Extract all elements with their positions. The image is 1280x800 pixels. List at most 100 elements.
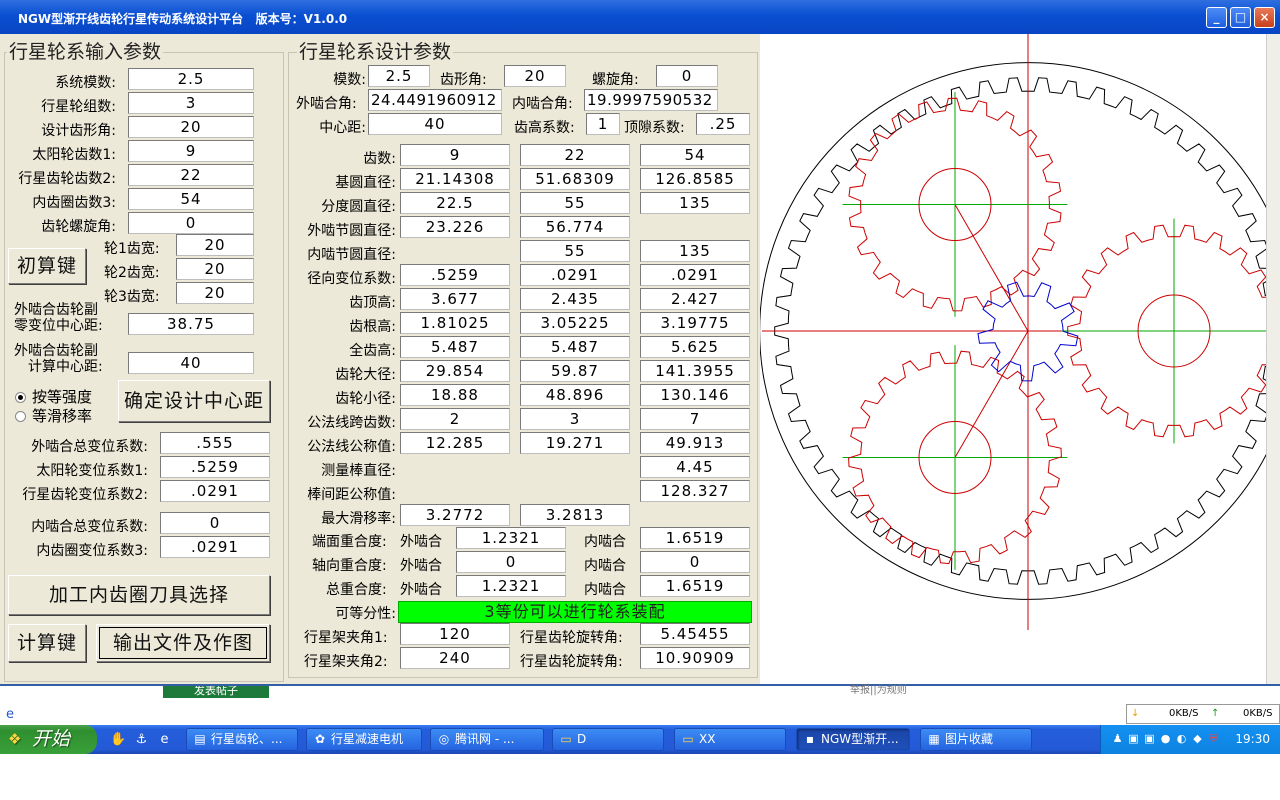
maximize-button[interactable]: □ [1230, 7, 1251, 28]
design-cell[interactable]: 18.88 [400, 384, 510, 406]
design-cell[interactable]: 5.487 [400, 336, 510, 358]
quicklaunch-hand-icon[interactable]: ✋ [110, 731, 127, 748]
input-field[interactable]: 20 [128, 116, 254, 138]
design-cell[interactable]: .5259 [400, 264, 510, 286]
taskbar-task[interactable]: ✿ 行星减速电机 [306, 728, 422, 751]
design-cell[interactable]: 1.81025 [400, 312, 510, 334]
tray-volume-icon[interactable]: ◐ [1175, 732, 1188, 745]
tray-qq-icon[interactable]: ♟ [1111, 732, 1124, 745]
center-distance-field[interactable]: 40 [368, 113, 502, 135]
design-cell[interactable]: 128.327 [640, 480, 750, 502]
input-field[interactable]: 2.5 [128, 68, 254, 90]
addendum-coef-field[interactable]: 1 [586, 113, 620, 135]
design-cell[interactable]: 2 [400, 408, 510, 430]
end-contact-int-field[interactable]: 1.6519 [640, 527, 750, 549]
taskbar-task[interactable]: ▪ NGW型渐开... [796, 728, 910, 751]
tray-messenger-icon[interactable]: ● [1159, 732, 1172, 745]
design-cell[interactable]: .0291 [640, 264, 750, 286]
design-cell[interactable]: 5.487 [520, 336, 630, 358]
design-cell[interactable]: 3.2772 [400, 504, 510, 526]
design-cell[interactable]: 22 [520, 144, 630, 166]
design-cell[interactable]: 21.14308 [400, 168, 510, 190]
taskbar-task[interactable]: ▭ XX [674, 728, 786, 751]
design-cell[interactable]: 19.271 [520, 432, 630, 454]
helix-angle-field[interactable]: 0 [656, 65, 718, 87]
taskbar-task[interactable]: ◎ 腾讯网 - ... [430, 728, 544, 751]
design-cell[interactable]: 5.625 [640, 336, 750, 358]
int-total-shift-field[interactable]: 0 [160, 512, 270, 534]
sun-shift-field[interactable]: .5259 [160, 456, 270, 478]
title-bar[interactable]: NGW型渐开线齿轮行星传动系统设计平台 版本号：V1.0.0 _ □ × [0, 0, 1280, 34]
input-field[interactable]: 9 [128, 140, 254, 162]
design-cell[interactable]: 49.913 [640, 432, 750, 454]
end-contact-ext-field[interactable]: 1.2321 [456, 527, 566, 549]
zero-center-field[interactable]: 38.75 [128, 313, 254, 335]
ext-mesh-angle-field[interactable]: 24.4491960912 [368, 89, 502, 111]
design-cell[interactable]: 7 [640, 408, 750, 430]
design-cell[interactable]: 3 [520, 408, 630, 430]
design-cell[interactable]: 23.226 [400, 216, 510, 238]
total-contact-int-field[interactable]: 1.6519 [640, 575, 750, 597]
carrier-angle-1-field[interactable]: 120 [400, 623, 510, 645]
design-cell[interactable]: 55 [520, 192, 630, 214]
design-cell[interactable]: 3.2813 [520, 504, 630, 526]
vertical-scrollbar[interactable] [1266, 34, 1280, 690]
design-cell[interactable]: 4.45 [640, 456, 750, 478]
taskbar-task[interactable]: ▭ D [552, 728, 664, 751]
int-mesh-angle-field[interactable]: 19.9997590532 [584, 89, 718, 111]
design-cell[interactable]: 9 [400, 144, 510, 166]
taskbar-task[interactable]: ▤ 行星齿轮、... [186, 728, 298, 751]
tray-security-icon[interactable]: ◆ [1191, 732, 1204, 745]
carrier-angle-2-field[interactable]: 240 [400, 647, 510, 669]
total-contact-ext-field[interactable]: 1.2321 [456, 575, 566, 597]
tray-antivirus-icon[interactable]: ⛨ [1207, 732, 1220, 745]
design-cell[interactable]: 56.774 [520, 216, 630, 238]
design-cell[interactable]: 51.68309 [520, 168, 630, 190]
design-cell[interactable]: 29.854 [400, 360, 510, 382]
design-cell[interactable]: 55 [520, 240, 630, 262]
width-field[interactable]: 20 [176, 234, 254, 256]
calculate-button[interactable]: 计算键 [8, 624, 86, 662]
design-cell[interactable]: 3.05225 [520, 312, 630, 334]
design-cell[interactable]: 2.435 [520, 288, 630, 310]
quicklaunch-anchor-icon[interactable]: ⚓ [133, 731, 150, 748]
minimize-button[interactable]: _ [1206, 7, 1227, 28]
planet-rot-2-field[interactable]: 10.90909 [640, 647, 750, 669]
output-and-plot-button[interactable]: 输出文件及作图 [96, 624, 270, 662]
design-cell[interactable]: 54 [640, 144, 750, 166]
ring-shift-field[interactable]: .0291 [160, 536, 270, 558]
ring-tool-select-button[interactable]: 加工内齿圈刀具选择 [8, 575, 270, 615]
tray-network-icon[interactable]: ▣ [1127, 732, 1140, 745]
input-field[interactable]: 0 [128, 212, 254, 234]
taskbar-task[interactable]: ▦ 图片收藏 [920, 728, 1032, 751]
start-button[interactable]: ❖ 开始 [0, 725, 97, 754]
quicklaunch-browser-icon[interactable]: e [156, 731, 173, 748]
design-cell[interactable]: 135 [640, 192, 750, 214]
design-cell[interactable]: 126.8585 [640, 168, 750, 190]
design-cell[interactable]: 3.19775 [640, 312, 750, 334]
confirm-center-button[interactable]: 确定设计中心距 [118, 380, 270, 422]
input-field[interactable]: 3 [128, 92, 254, 114]
design-cell[interactable]: 59.87 [520, 360, 630, 382]
design-cell[interactable]: 2.427 [640, 288, 750, 310]
report-link[interactable]: 举报||为规则 [850, 686, 907, 696]
ext-total-shift-field[interactable]: .555 [160, 432, 270, 454]
module-field[interactable]: 2.5 [368, 65, 430, 87]
design-cell[interactable]: 135 [640, 240, 750, 262]
pressure-angle-field[interactable]: 20 [504, 65, 566, 87]
gear-drawing-canvas[interactable] [760, 34, 1276, 684]
axial-contact-int-field[interactable]: 0 [640, 551, 750, 573]
planet-rot-1-field[interactable]: 5.45455 [640, 623, 750, 645]
calc-center-field[interactable]: 40 [128, 352, 254, 374]
width-field[interactable]: 20 [176, 258, 254, 280]
design-cell[interactable]: 3.677 [400, 288, 510, 310]
radio-equal-strength[interactable]: 按等强度 [15, 386, 92, 407]
design-cell[interactable]: 141.3955 [640, 360, 750, 382]
close-button[interactable]: × [1254, 7, 1275, 28]
input-field[interactable]: 54 [128, 188, 254, 210]
design-cell[interactable]: 48.896 [520, 384, 630, 406]
tray-network2-icon[interactable]: ▣ [1143, 732, 1156, 745]
initial-calc-button[interactable]: 初算键 [8, 248, 86, 284]
planet-shift-field[interactable]: .0291 [160, 480, 270, 502]
clearance-coef-field[interactable]: .25 [696, 113, 750, 135]
